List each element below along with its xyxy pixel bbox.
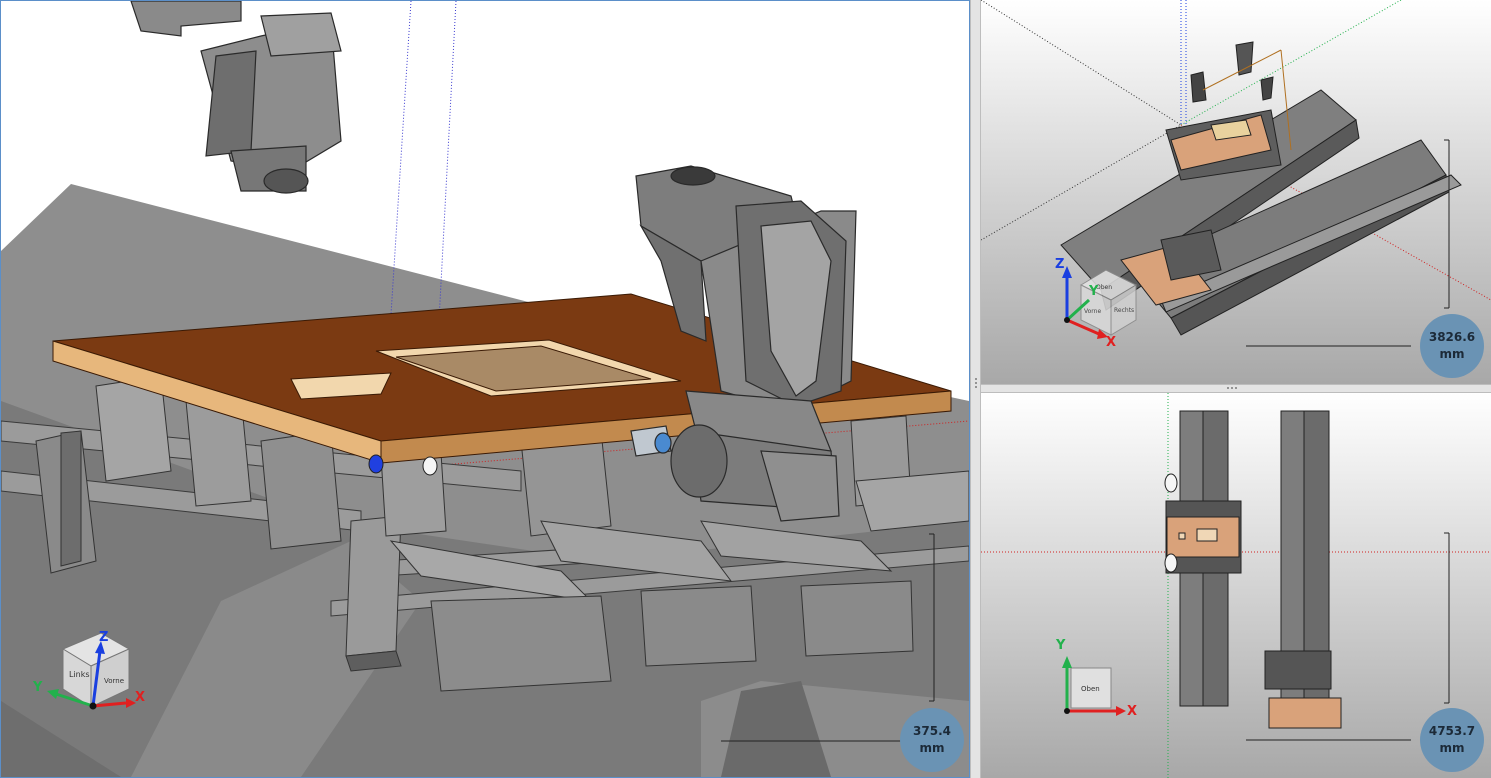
cube-face-front-label: Vorne xyxy=(104,677,124,685)
scale-value: 375.4 xyxy=(913,724,951,738)
axis-z-label: Z xyxy=(1055,257,1064,272)
main-scene[interactable]: Links Vorne X Y Z xyxy=(1,1,969,777)
scale-unit: mm xyxy=(1439,741,1465,755)
axis-x-label: X xyxy=(135,690,145,705)
axis-y-label: Y xyxy=(1055,638,1066,653)
scale-unit: mm xyxy=(919,741,945,755)
scale-value: 3826.6 xyxy=(1428,330,1476,344)
top-right-3d-viewport[interactable]: Oben Vorne Rechts X Y Z 3826.6 mm xyxy=(981,0,1491,384)
axis-y-label: Y xyxy=(32,680,43,695)
main-3d-viewport[interactable]: Links Vorne X Y Z 375.4 mm xyxy=(0,0,970,778)
top-right-scale-badge: 3826.6 mm xyxy=(1420,314,1484,378)
axis-x-label: X xyxy=(1106,335,1116,350)
bottom-right-scene[interactable]: Oben X Y xyxy=(981,393,1491,778)
main-scale-badge: 375.4 mm xyxy=(900,708,964,772)
axis-y-label: Y xyxy=(1088,284,1099,299)
cube-face-left-label: Links xyxy=(69,670,90,679)
axis-z-label: Z xyxy=(99,630,108,645)
cube-face-top-label: Oben xyxy=(1096,284,1112,291)
horizontal-splitter[interactable] xyxy=(981,384,1491,393)
cube-face-top-label: Oben xyxy=(1081,685,1100,693)
scale-unit: mm xyxy=(1439,347,1465,361)
splitter-grip-icon xyxy=(1227,387,1237,389)
scale-value: 4753.7 xyxy=(1428,724,1476,738)
cube-face-right-label: Rechts xyxy=(1114,307,1134,314)
vertical-splitter[interactable] xyxy=(970,0,981,778)
cube-face-front-label: Vorne xyxy=(1084,308,1101,315)
bottom-right-3d-viewport[interactable]: Oben X Y 4753.7 mm xyxy=(981,393,1491,778)
bottom-right-view-cube[interactable]: Oben xyxy=(1070,667,1112,709)
bottom-right-scale-badge: 4753.7 mm xyxy=(1420,708,1484,772)
splitter-grip-icon xyxy=(975,378,977,388)
axis-x-label: X xyxy=(1127,704,1137,719)
top-right-scene[interactable]: Oben Vorne Rechts X Y Z xyxy=(981,0,1491,384)
